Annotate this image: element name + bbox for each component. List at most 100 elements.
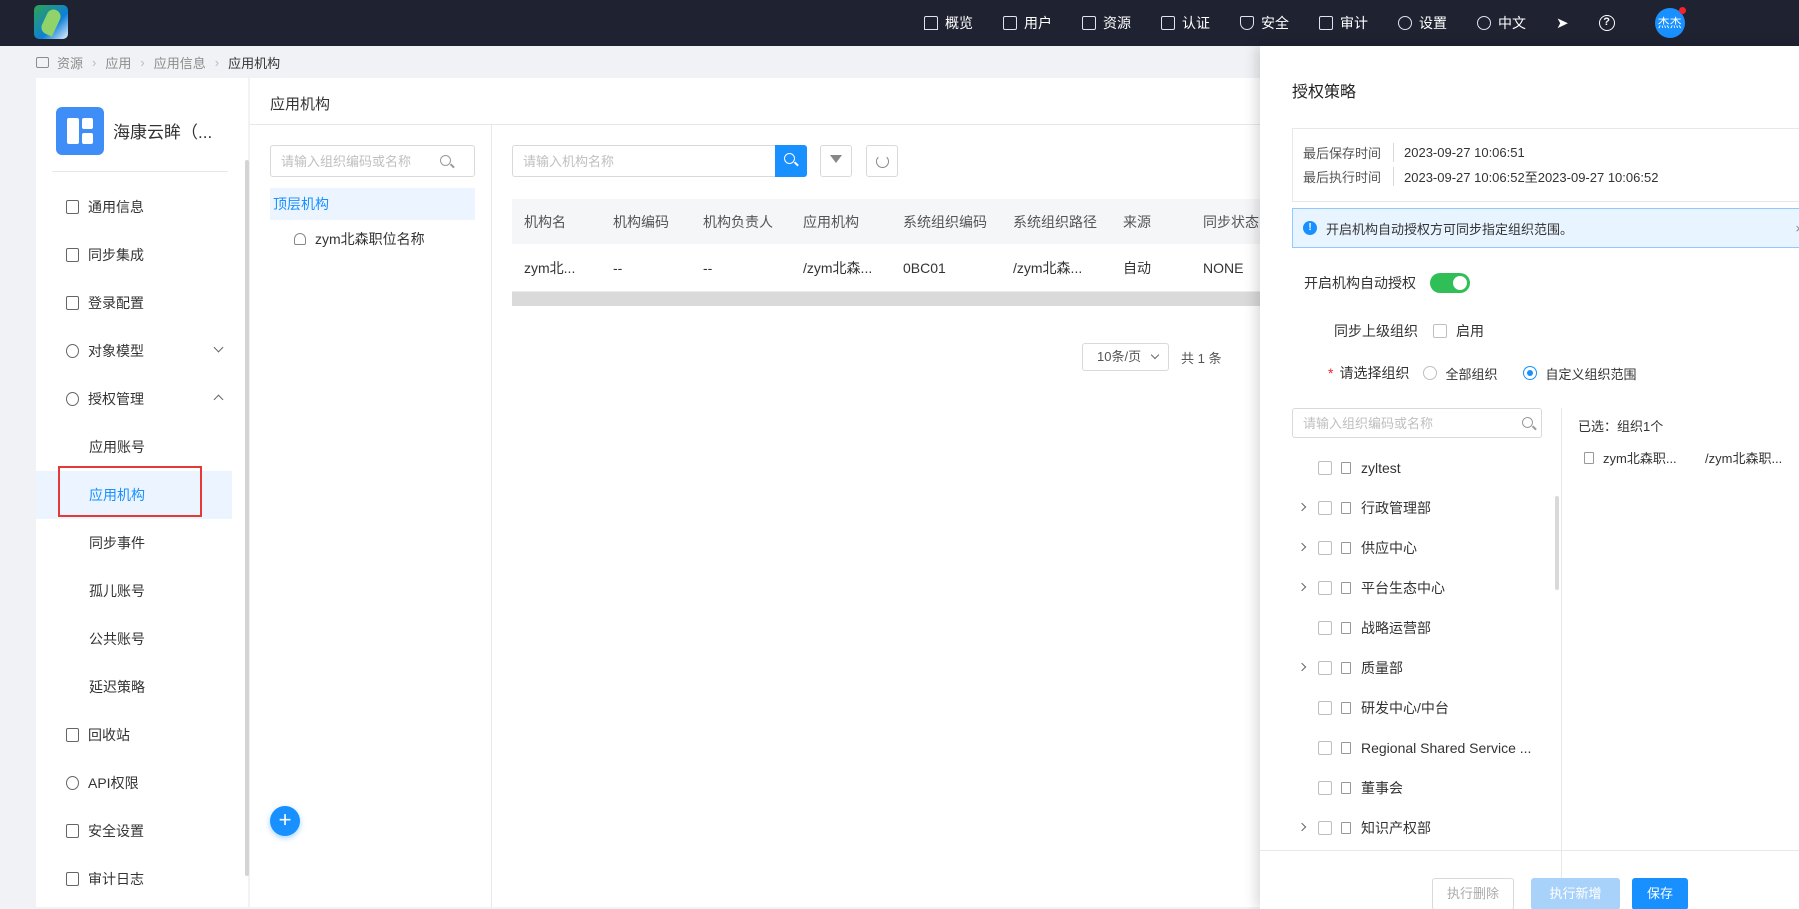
org-item[interactable]: 研发中心/中台 (1292, 688, 1542, 728)
radio-custom-label: 自定义组织范围 (1545, 366, 1637, 382)
org-checkbox[interactable] (1318, 581, 1332, 595)
nav-resources[interactable]: 资源 (1082, 13, 1131, 33)
breadcrumb-apps[interactable]: 应用 (105, 53, 131, 72)
org-checkbox[interactable] (1318, 501, 1332, 515)
nav-users[interactable]: 用户 (1003, 13, 1052, 33)
shield-icon (1240, 16, 1254, 30)
selected-org-path: /zym北森职... (1705, 451, 1783, 466)
org-item[interactable]: 战略运营部 (1292, 608, 1542, 648)
menu-app-accounts[interactable]: 应用账号 (36, 423, 248, 471)
auto-auth-toggle[interactable] (1430, 273, 1470, 293)
org-name-search-input[interactable] (512, 145, 775, 177)
table-row[interactable]: zym北... -- -- /zym北森... 0BC01 /zym北森... … (512, 244, 1260, 292)
refresh-button[interactable] (866, 145, 898, 177)
org-list-scrollbar[interactable] (1555, 496, 1559, 590)
menu-label: 回收站 (88, 727, 130, 743)
column-header: 系统组织路径 (1013, 213, 1097, 230)
nav-security[interactable]: 安全 (1240, 13, 1289, 33)
org-checkbox[interactable] (1318, 781, 1332, 795)
login-icon (66, 296, 79, 310)
filter-button[interactable] (820, 145, 852, 177)
sync-parent-label: 同步上级组织 (1334, 323, 1418, 339)
radio-custom-orgs[interactable] (1523, 366, 1538, 380)
org-item[interactable]: 知识产权部 (1292, 808, 1542, 848)
nav-language[interactable]: 中文 (1477, 13, 1526, 33)
org-item[interactable]: 董事会 (1292, 768, 1542, 808)
chevron-right-icon: › (140, 55, 145, 70)
menu-object-model[interactable]: 对象模型 (36, 327, 248, 375)
menu-orphan-accounts[interactable]: 孤儿账号 (36, 567, 248, 615)
help-icon[interactable]: ? (1598, 15, 1615, 31)
org-checkbox[interactable] (1318, 621, 1332, 635)
add-button[interactable]: + (270, 806, 300, 836)
menu-sync-integration[interactable]: 同步集成 (36, 231, 248, 279)
nav-scrollbar[interactable] (245, 160, 249, 876)
nav-auth[interactable]: 认证 (1161, 13, 1210, 33)
execute-add-button[interactable]: 执行新增 (1531, 878, 1620, 909)
search-button[interactable] (775, 145, 807, 177)
menu-audit-log[interactable]: 审计日志 (36, 855, 248, 903)
breadcrumb-resources[interactable]: 资源 (57, 53, 83, 72)
org-checkbox[interactable] (1318, 741, 1332, 755)
table-cell: zym北... (524, 259, 576, 276)
org-item[interactable]: 质量部 (1292, 648, 1542, 688)
org-item[interactable]: 供应中心 (1292, 528, 1542, 568)
menu-label: 授权管理 (88, 391, 144, 407)
menu-recycle-bin[interactable]: 回收站 (36, 711, 248, 759)
building-icon (1341, 782, 1351, 794)
sync-parent-checkbox[interactable] (1433, 324, 1447, 338)
menu-login-config[interactable]: 登录配置 (36, 279, 248, 327)
building-icon (1341, 622, 1351, 634)
nav-users-label: 用户 (1024, 15, 1052, 31)
breadcrumb-app-info[interactable]: 应用信息 (154, 53, 206, 72)
org-checkbox[interactable] (1318, 701, 1332, 715)
menu-security-settings[interactable]: 安全设置 (36, 807, 248, 855)
search-icon[interactable] (1522, 417, 1533, 428)
org-item[interactable]: 平台生态中心 (1292, 568, 1542, 608)
chevron-right-icon[interactable] (1297, 582, 1307, 592)
avatar[interactable]: 杰杰 (1654, 7, 1686, 38)
menu-auth-management[interactable]: 授权管理 (36, 375, 248, 423)
radio-all-orgs[interactable] (1423, 366, 1438, 380)
search-icon[interactable] (440, 155, 451, 166)
chevron-right-icon[interactable] (1297, 822, 1307, 832)
nav-settings[interactable]: 设置 (1398, 13, 1447, 33)
menu-public-accounts[interactable]: 公共账号 (36, 615, 248, 663)
org-item[interactable]: Regional Shared Service ... (1292, 728, 1542, 768)
tree-node-top[interactable]: 顶层机构 (270, 188, 475, 220)
menu-general-info[interactable]: 通用信息 (36, 183, 248, 231)
close-icon[interactable]: × (1795, 221, 1799, 236)
menu-app-orgs[interactable]: 应用机构 (36, 471, 232, 519)
menu-sync-events[interactable]: 同步事件 (36, 519, 248, 567)
column-header: 应用机构 (803, 213, 859, 230)
org-item[interactable]: zyltest (1292, 448, 1542, 488)
table-horizontal-scrollbar[interactable] (512, 292, 1260, 306)
org-item[interactable]: 行政管理部 (1292, 488, 1542, 528)
chevron-right-icon[interactable] (1297, 542, 1307, 552)
menu-delay-policy[interactable]: 延迟策略 (36, 663, 248, 711)
selected-item[interactable]: zym北森职... /zym北森职... (1578, 448, 1798, 467)
app-logo[interactable] (34, 5, 68, 39)
building-icon (1584, 451, 1594, 464)
chevron-right-icon[interactable] (1297, 662, 1307, 672)
required-mark: * (1328, 365, 1334, 381)
execute-delete-button[interactable]: 执行删除 (1432, 878, 1515, 909)
chevron-up-icon (213, 394, 224, 405)
menu-label: 孤儿账号 (89, 583, 145, 599)
save-button[interactable]: 保存 (1632, 878, 1689, 909)
org-checkbox[interactable] (1318, 661, 1332, 675)
org-checkbox[interactable] (1318, 541, 1332, 555)
page-size-select[interactable]: 10条/页 (1082, 343, 1169, 371)
menu-api-permissions[interactable]: API权限 (36, 759, 248, 807)
nav-overview[interactable]: 概览 (924, 13, 973, 33)
org-checkbox[interactable] (1318, 461, 1332, 475)
chevron-right-icon[interactable] (1297, 502, 1307, 512)
tree-node-child[interactable]: zym北森职位名称 (294, 223, 425, 255)
org-search-input[interactable] (1292, 408, 1542, 438)
org-checkbox[interactable] (1318, 821, 1332, 835)
divider (1561, 408, 1562, 899)
send-icon[interactable]: ➤ (1556, 14, 1569, 32)
org-label: 质量部 (1361, 660, 1403, 676)
nav-audit[interactable]: 审计 (1319, 13, 1368, 33)
menu-label: 同步事件 (89, 535, 145, 551)
